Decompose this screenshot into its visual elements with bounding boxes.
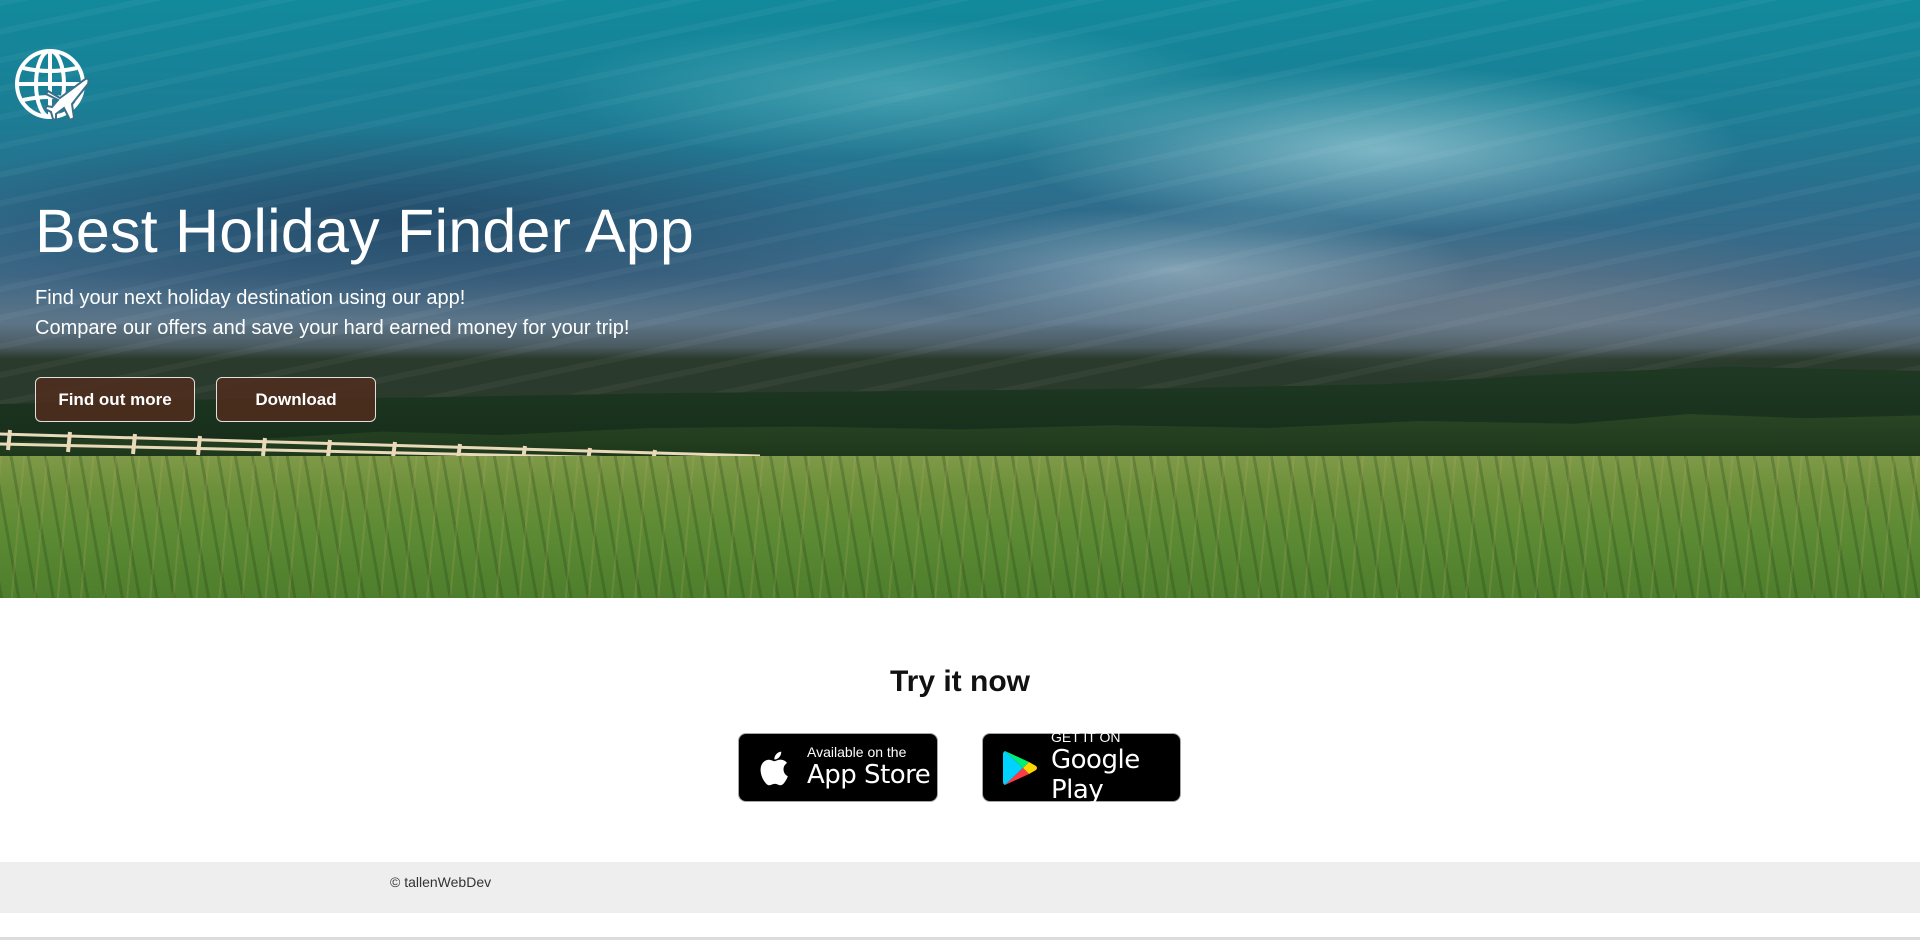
app-store-big-text: App Store [807,760,931,790]
apple-icon [760,751,788,785]
google-play-badge[interactable]: GET IT ON Google Play [982,729,1181,806]
globe-airplane-icon[interactable] [14,46,90,122]
app-store-small-text: Available on the [807,744,907,760]
google-play-small-text: GET IT ON [1051,729,1121,745]
footer-copyright: © tallenWebDev [390,874,492,890]
footer: © tallenWebDev [0,862,1920,913]
find-out-more-button[interactable]: Find out more [35,377,195,422]
app-store-badge[interactable]: Available on the App Store [738,733,938,802]
try-it-now-heading: Try it now [889,665,1030,698]
hero-section: Best Holiday Finder App Find your next h… [0,0,1920,598]
hero-subtitle-line-1: Find your next holiday destination using… [35,287,466,309]
google-play-icon [1003,750,1037,785]
app-store-text: Available on the App Store [807,744,931,791]
hero-title: Best Holiday Finder App [35,197,695,265]
hero-subtitle-line-2: Compare our offers and save your hard ea… [35,317,630,339]
google-play-text: GET IT ON Google Play [1051,729,1180,806]
grass-field [0,456,1920,598]
hero-subtitle: Find your next holiday destination using… [35,283,629,343]
google-play-big-text: Google Play [1051,745,1140,805]
download-button[interactable]: Download [216,377,376,422]
